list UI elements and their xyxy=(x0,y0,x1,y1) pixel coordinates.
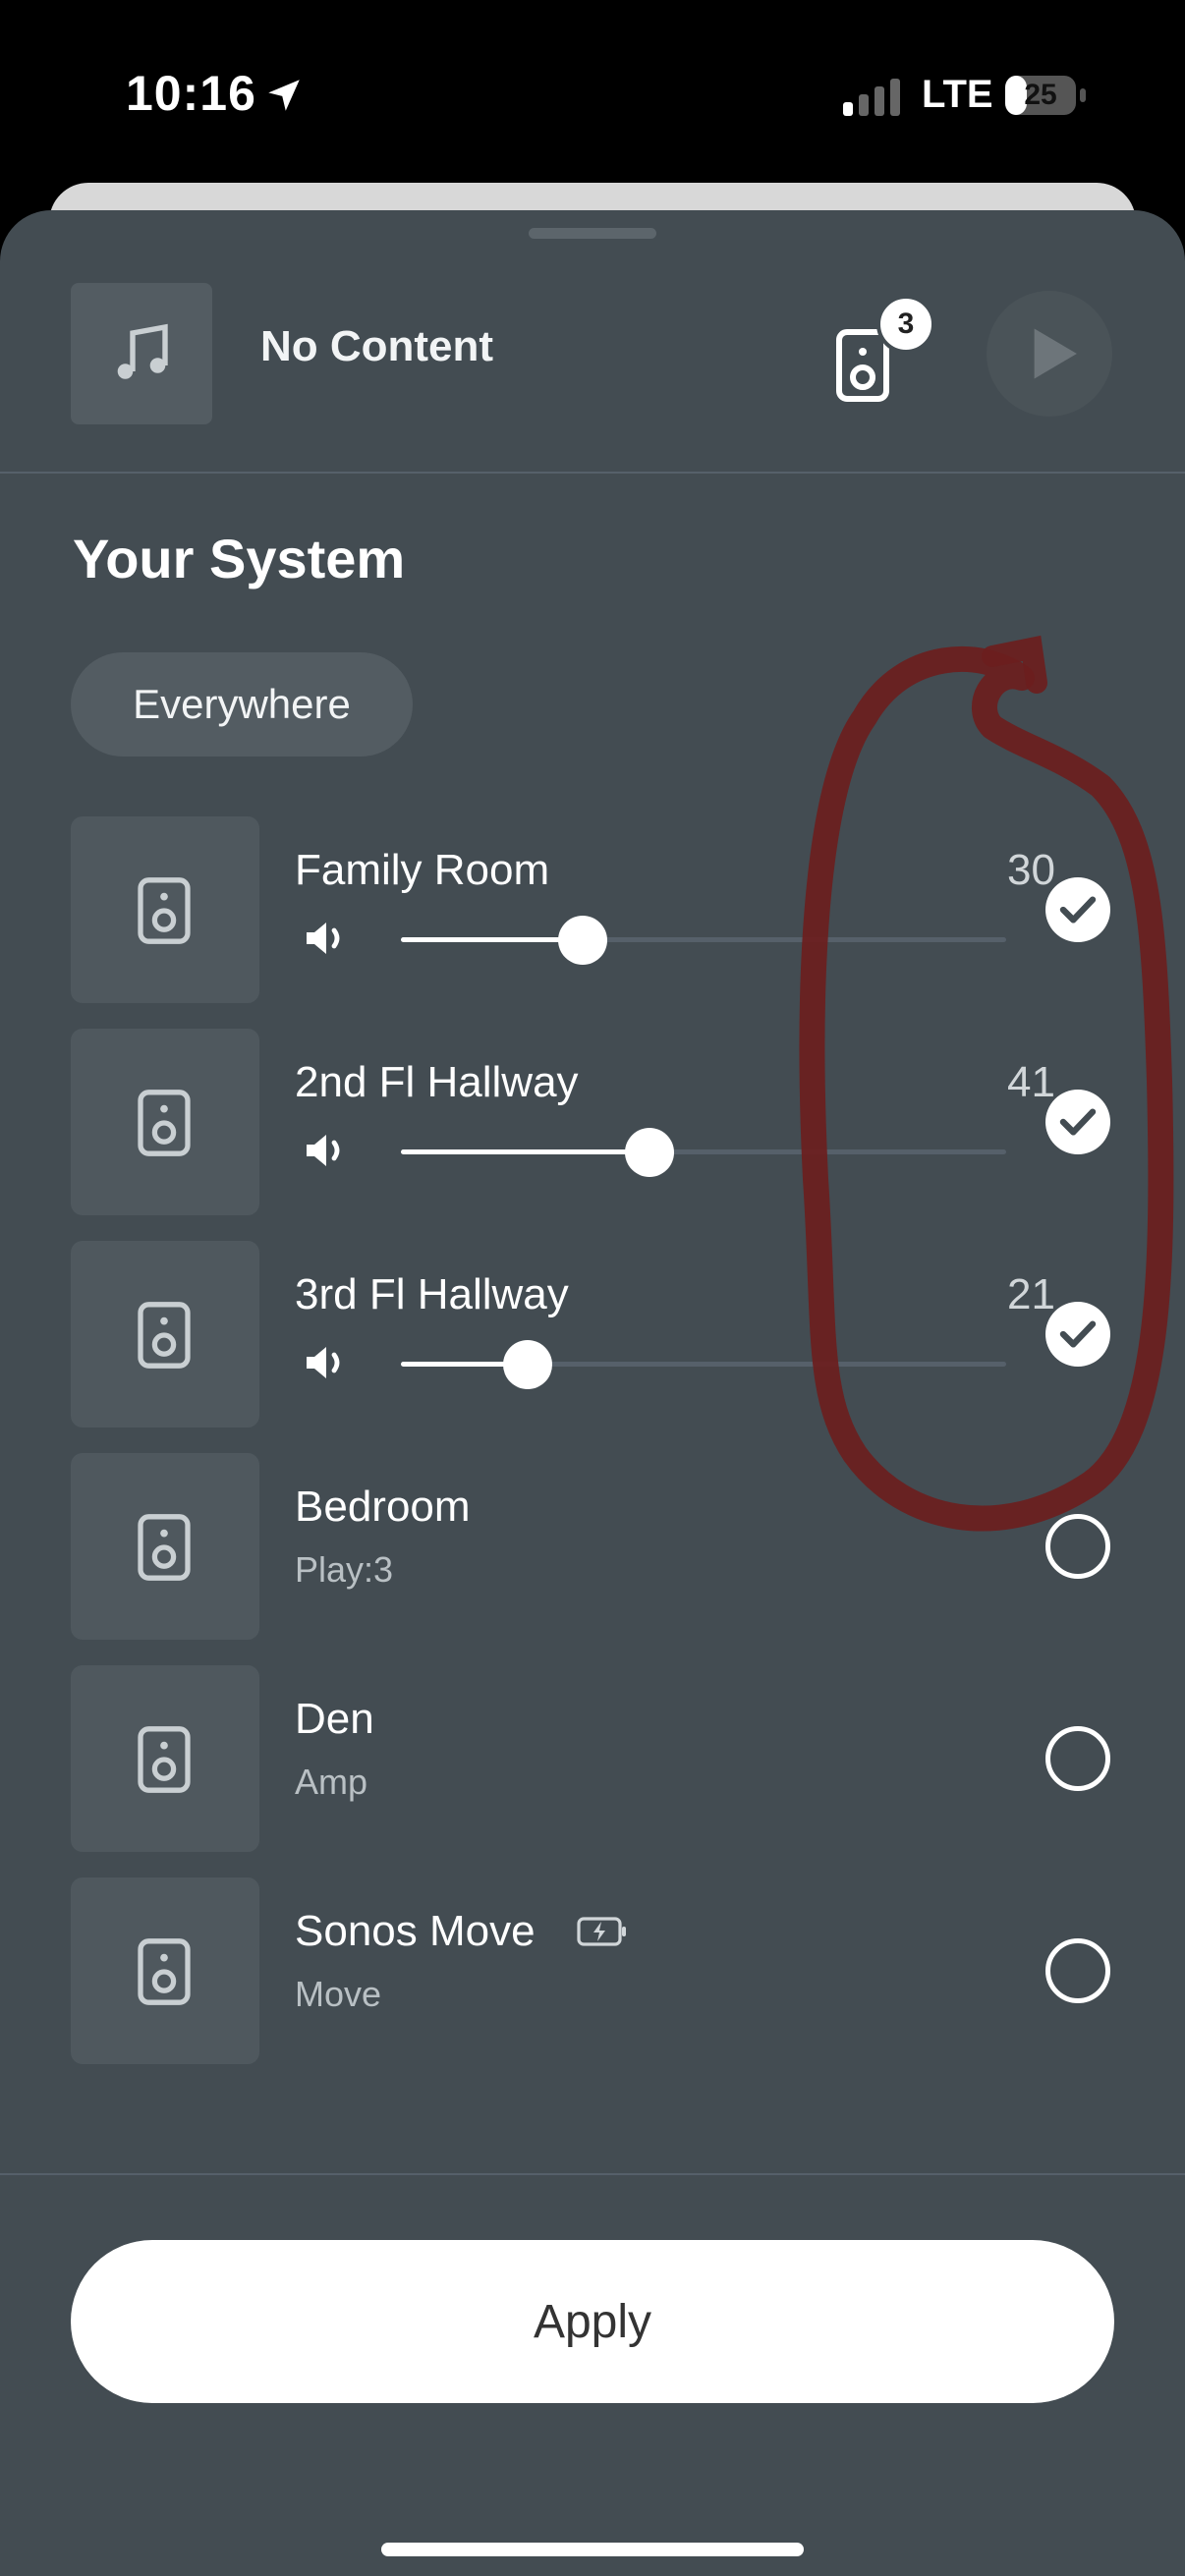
room-model: Play:3 xyxy=(295,1549,394,1590)
speaker-tile xyxy=(71,816,259,1003)
speaker-icon xyxy=(138,1302,191,1369)
speaker-tile xyxy=(71,1665,259,1852)
section-title: Your System xyxy=(73,528,406,589)
music-note-icon xyxy=(117,323,168,379)
speaker-tile xyxy=(71,1241,259,1428)
everywhere-chip[interactable]: Everywhere xyxy=(71,652,413,756)
volume-fill xyxy=(401,937,583,942)
room-select-checkbox[interactable] xyxy=(1045,1302,1110,1367)
room-model: Amp xyxy=(295,1762,368,1802)
location-arrow-icon xyxy=(268,80,300,111)
volume-knob[interactable] xyxy=(503,1340,553,1389)
play-icon xyxy=(1034,328,1077,379)
volume-value: 21 xyxy=(1007,1270,1055,1318)
speaker-icon xyxy=(138,877,191,944)
status-bar: 10:16 LTE 25 xyxy=(0,0,1185,187)
room-select-checkbox[interactable] xyxy=(1045,1726,1110,1791)
room-name: 2nd Fl Hallway xyxy=(295,1058,579,1106)
speaker-icon xyxy=(138,1726,191,1793)
battery-level: 25 xyxy=(1024,79,1057,111)
room-name: Sonos Move xyxy=(295,1907,536,1955)
room-row-family-room[interactable]: Family Room 30 xyxy=(71,816,1114,1003)
sheet-grabber[interactable] xyxy=(529,228,656,239)
speaker-icon xyxy=(138,1514,191,1581)
group-sheet: No Content 3 Your System Everywhere Fami… xyxy=(0,210,1185,2576)
divider xyxy=(0,472,1185,474)
room-name: Family Room xyxy=(295,846,550,894)
volume-knob[interactable] xyxy=(557,916,607,965)
now-playing-title: No Content xyxy=(260,322,494,370)
room-name: Den xyxy=(295,1695,374,1743)
apply-button-label: Apply xyxy=(533,2296,652,2348)
speaker-icon xyxy=(138,1090,191,1156)
room-name: 3rd Fl Hallway xyxy=(295,1270,569,1318)
room-row-3rd-fl-hallway[interactable]: 3rd Fl Hallway 21 xyxy=(71,1241,1114,1428)
volume-icon[interactable] xyxy=(305,921,348,956)
room-row-bedroom[interactable]: Bedroom Play:3 xyxy=(71,1453,1114,1640)
volume-slider[interactable] xyxy=(401,1340,1006,1389)
room-select-checkbox[interactable] xyxy=(1045,877,1110,942)
play-button[interactable] xyxy=(987,291,1112,417)
home-indicator[interactable] xyxy=(381,2543,804,2556)
speaker-tile xyxy=(71,1029,259,1215)
apply-button[interactable]: Apply xyxy=(71,2240,1114,2403)
volume-icon[interactable] xyxy=(305,1133,348,1168)
volume-slider[interactable] xyxy=(401,1128,1006,1177)
room-name: Bedroom xyxy=(295,1483,471,1531)
network-type: LTE xyxy=(922,73,993,116)
room-select-checkbox[interactable] xyxy=(1045,1090,1110,1154)
volume-knob[interactable] xyxy=(624,1128,674,1177)
room-row-2nd-fl-hallway[interactable]: 2nd Fl Hallway 41 xyxy=(71,1029,1114,1215)
speaker-tile xyxy=(71,1877,259,2064)
checkmark-icon xyxy=(1059,896,1097,924)
room-row-sonos-move[interactable]: Sonos Move Move xyxy=(71,1877,1114,2064)
now-playing-artwork xyxy=(71,283,212,424)
battery-charging-icon xyxy=(577,1917,626,1946)
clock: 10:16 xyxy=(126,66,256,121)
volume-value: 41 xyxy=(1007,1058,1055,1106)
checkmark-icon xyxy=(1059,1320,1097,1348)
room-select-checkbox[interactable] xyxy=(1045,1938,1110,2003)
volume-icon[interactable] xyxy=(305,1345,348,1380)
room-row-den[interactable]: Den Amp xyxy=(71,1665,1114,1852)
chip-label: Everywhere xyxy=(133,681,351,727)
speaker-tile xyxy=(71,1453,259,1640)
volume-fill xyxy=(401,1149,649,1154)
speaker-icon xyxy=(138,1938,191,2005)
volume-value: 30 xyxy=(1007,846,1055,894)
room-select-checkbox[interactable] xyxy=(1045,1514,1110,1579)
group-count-badge: 3 xyxy=(876,295,935,354)
cellular-signal-icon xyxy=(843,79,900,116)
room-model: Move xyxy=(295,1974,382,2014)
divider xyxy=(0,2173,1185,2175)
volume-slider[interactable] xyxy=(401,916,1006,965)
checkmark-icon xyxy=(1059,1108,1097,1136)
